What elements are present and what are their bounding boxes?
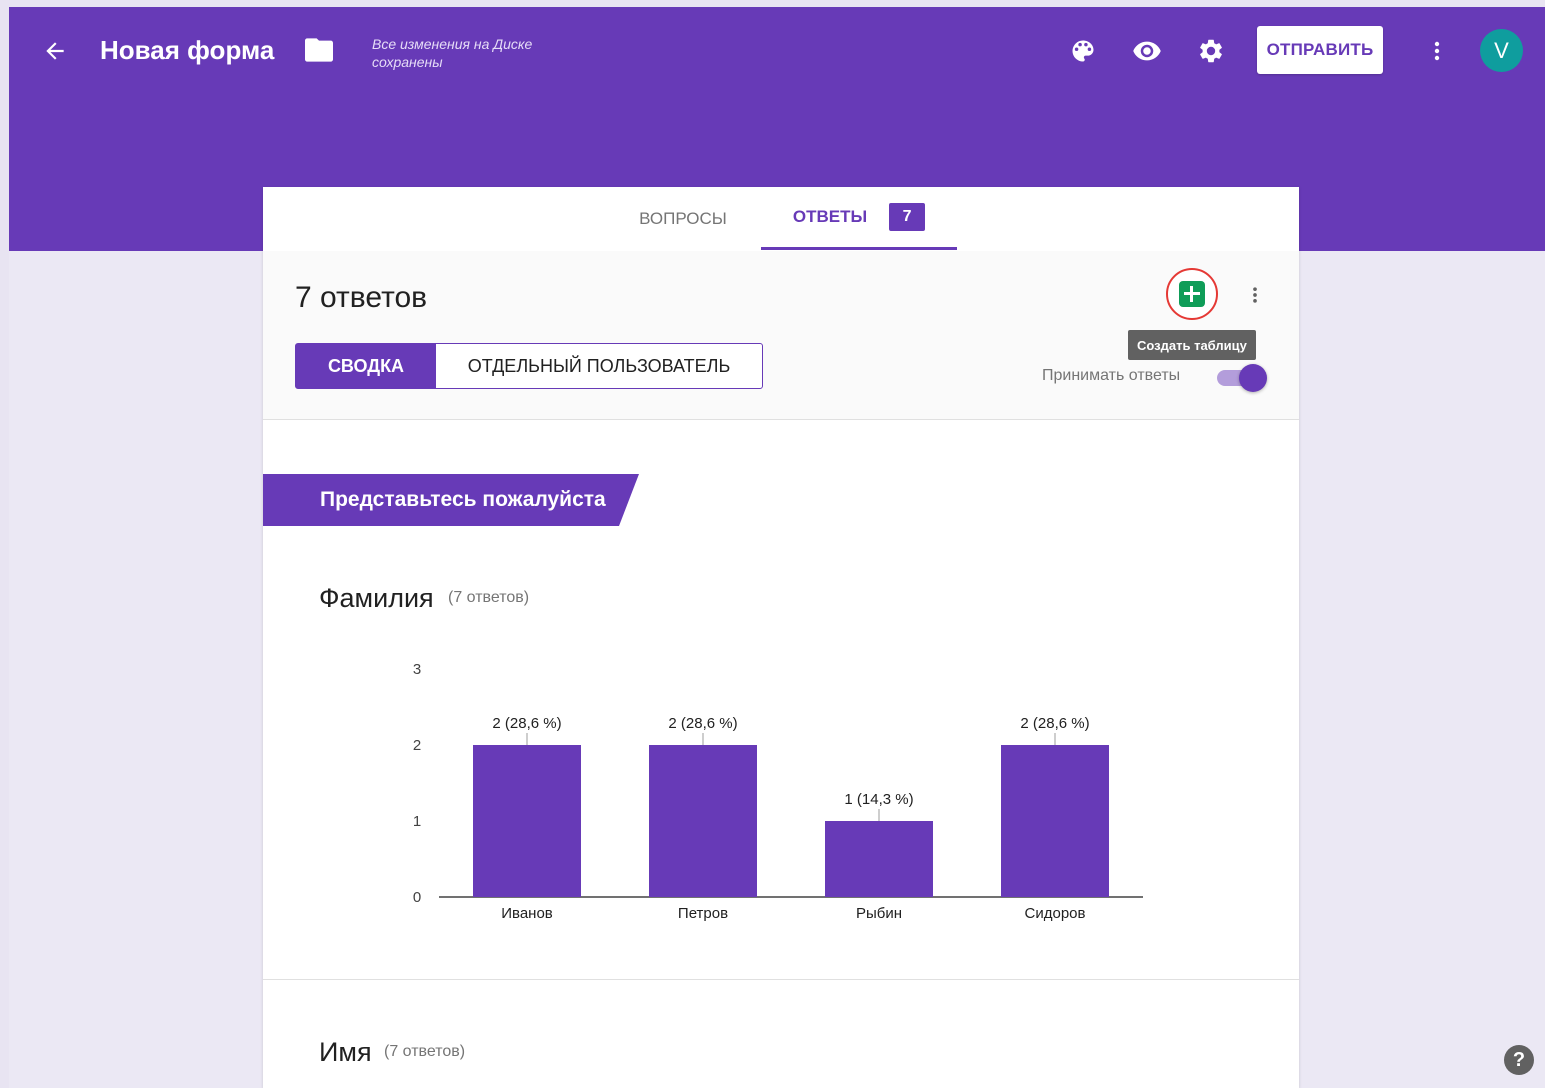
- tab-responses[interactable]: ОТВЕТЫ 7: [761, 187, 957, 250]
- x-tick-label: Сидоров: [1025, 905, 1086, 922]
- chart-bar: [473, 745, 581, 897]
- toggle-knob: [1239, 364, 1267, 392]
- y-tick-label: 3: [413, 661, 421, 678]
- data-label: 2 (28,6 %): [1020, 715, 1089, 732]
- help-button[interactable]: ?: [1504, 1045, 1534, 1075]
- accept-responses-toggle[interactable]: [1217, 364, 1267, 392]
- eye-icon: [1133, 41, 1161, 61]
- gear-icon: [1200, 39, 1222, 63]
- avatar[interactable]: V: [1480, 29, 1523, 72]
- top-bar: Новая форма Все изменения на Диске сохра…: [9, 7, 1545, 95]
- send-button[interactable]: ОТПРАВИТЬ: [1257, 26, 1383, 74]
- move-to-folder-button[interactable]: [303, 35, 335, 65]
- question-divider: [263, 979, 1299, 980]
- y-tick-label: 2: [413, 737, 421, 754]
- sheets-icon: [1179, 281, 1205, 307]
- question-response-count: (7 ответов): [384, 1043, 466, 1060]
- tab-questions-label: ВОПРОСЫ: [639, 208, 727, 228]
- customize-theme-button[interactable]: [1063, 31, 1103, 71]
- summary-view-button[interactable]: СВОДКА: [296, 344, 436, 388]
- palette-icon: [1072, 40, 1094, 62]
- save-status: Все изменения на Диске сохранены: [372, 36, 533, 70]
- view-toggle: СВОДКА ОТДЕЛЬНЫЙ ПОЛЬЗОВАТЕЛЬ: [295, 343, 763, 389]
- more-options-button[interactable]: [1417, 31, 1457, 71]
- tab-bar: ВОПРОСЫ ОТВЕТЫ 7: [263, 187, 1299, 252]
- x-tick-label: Петров: [678, 905, 728, 922]
- data-label: 2 (28,6 %): [668, 715, 737, 732]
- chart-bar: [825, 821, 933, 897]
- data-label: 1 (14,3 %): [844, 791, 913, 808]
- section-title: Представьтесь пожалуйста: [320, 488, 606, 511]
- chart-bar: [1001, 745, 1109, 897]
- responses-card: ВОПРОСЫ ОТВЕТЫ 7 7 ответов Создать табли…: [263, 187, 1299, 1088]
- responses-count-title: 7 ответов: [295, 281, 428, 314]
- responses-more-button[interactable]: [1243, 275, 1267, 315]
- responses-header: 7 ответов Создать таблицу СВОДКА ОТДЕЛЬН…: [263, 251, 1299, 420]
- x-tick-label: Рыбин: [856, 905, 902, 922]
- y-tick-label: 1: [413, 813, 421, 830]
- responses-count-badge: 7: [889, 203, 926, 231]
- tab-responses-label: ОТВЕТЫ: [792, 207, 868, 226]
- settings-button[interactable]: [1191, 31, 1231, 71]
- create-spreadsheet-tooltip: Создать таблицу: [1128, 330, 1256, 360]
- arrow-back-icon: [46, 42, 64, 60]
- chart-bar: [649, 745, 757, 897]
- more-vert-icon: [1253, 287, 1257, 303]
- accept-responses-label: Принимать ответы: [1042, 367, 1181, 384]
- question-title: Имя: [319, 1037, 372, 1067]
- create-spreadsheet-button[interactable]: [1166, 268, 1218, 320]
- question-title: Фамилия: [319, 583, 434, 613]
- preview-button[interactable]: [1127, 31, 1167, 71]
- question-response-count: (7 ответов): [448, 589, 530, 606]
- individual-view-button[interactable]: ОТДЕЛЬНЫЙ ПОЛЬЗОВАТЕЛЬ: [436, 344, 762, 388]
- form-title[interactable]: Новая форма: [100, 35, 274, 66]
- help-icon: ?: [1512, 1048, 1526, 1071]
- more-vert-icon: [1434, 41, 1440, 61]
- data-label: 2 (28,6 %): [492, 715, 561, 732]
- page-frame: Новая форма Все изменения на Диске сохра…: [9, 7, 1545, 1088]
- folder-icon: [305, 38, 333, 62]
- surname-bar-chart: 0 1 2 3 2 (28,6 %) Иванов 2 (28,6 %) Петров 1 (1…: [413, 661, 1143, 922]
- back-button[interactable]: [37, 33, 73, 69]
- y-tick-label: 0: [413, 889, 421, 906]
- tab-questions[interactable]: ВОПРОСЫ: [613, 187, 753, 250]
- x-tick-label: Иванов: [501, 905, 553, 922]
